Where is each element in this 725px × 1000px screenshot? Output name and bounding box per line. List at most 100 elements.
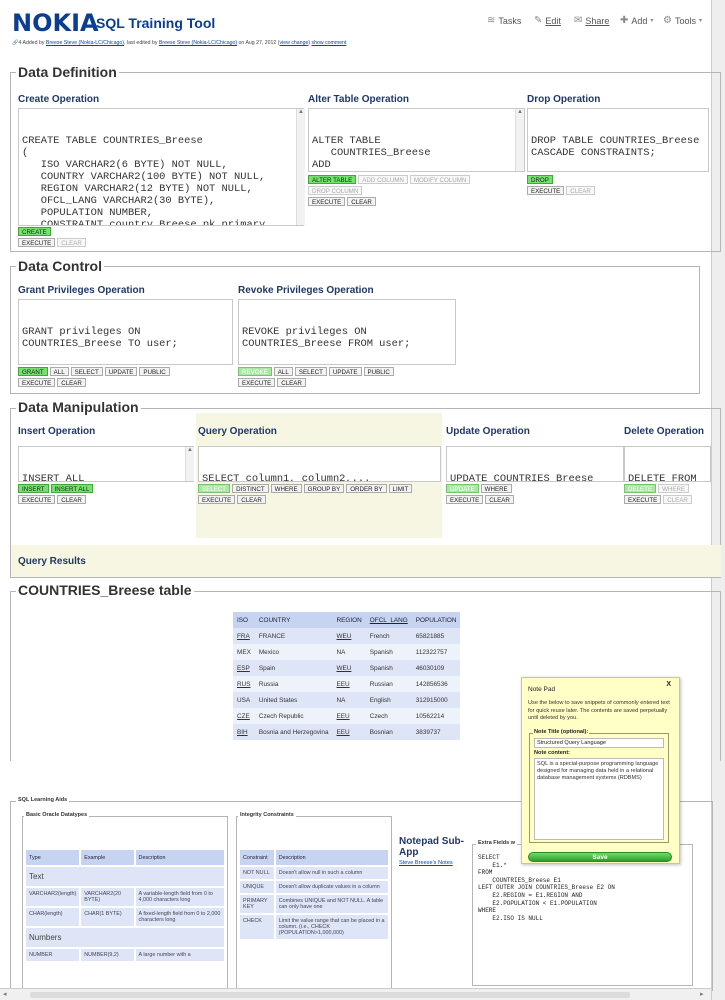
update-textarea[interactable]: UPDATE COUNTRIES_BreeseSET column1=value… xyxy=(446,446,624,482)
grant-textarea[interactable]: GRANT privileges ON COUNTRIES_Breese TO u… xyxy=(18,299,233,365)
modify-column-button[interactable]: MODIFY COLUMN xyxy=(409,175,471,184)
alter-clear-button[interactable]: CLEAR xyxy=(347,197,376,206)
revoke-execute-button[interactable]: EXECUTE xyxy=(238,378,276,387)
revoke-all-button[interactable]: ALL xyxy=(273,367,293,376)
create-button[interactable]: CREATE xyxy=(18,227,51,236)
notes-link[interactable]: Steve Breese's Notes xyxy=(399,860,453,866)
table-cell: 3839737 xyxy=(411,724,461,740)
grant-public-button[interactable]: PUBLIC xyxy=(139,367,170,376)
author-link[interactable]: Breese Steve (Nokia-LC/Chicago) xyxy=(46,40,124,46)
insert-clear-button[interactable]: CLEAR xyxy=(57,495,86,504)
drop-column-button[interactable]: DROP COLUMN xyxy=(308,186,363,195)
delete-button[interactable]: DELETE xyxy=(624,484,657,493)
data-manipulation-legend: Data Manipulation xyxy=(16,399,141,415)
code-line: OFCL_LANG VARCHAR2(30 BYTE), xyxy=(22,195,216,207)
editor-link[interactable]: Breese Steve (Nokia-LC/Chicago) xyxy=(159,40,237,46)
query-select-button[interactable]: SELECT xyxy=(198,484,231,493)
alter-table-button[interactable]: ALTER TABLE xyxy=(308,175,357,184)
save-button[interactable]: Save xyxy=(528,852,672,862)
meta-count: 4 xyxy=(18,40,22,46)
update-clear-button[interactable]: CLEAR xyxy=(485,495,514,504)
grant-execute-button[interactable]: EXECUTE xyxy=(18,378,56,387)
insert-button[interactable]: INSERT xyxy=(18,484,49,493)
alter-execute-button[interactable]: EXECUTE xyxy=(308,197,346,206)
create-execute-button[interactable]: EXECUTE xyxy=(18,238,56,247)
create-textarea[interactable]: CREATE TABLE COUNTRIES_Breese( ISO VARCH… xyxy=(18,108,304,226)
grant-update-button[interactable]: UPDATE xyxy=(104,367,138,376)
code-line: POPULATION NUMBER, xyxy=(22,207,153,219)
query-group-by-button[interactable]: GROUP BY xyxy=(303,484,345,493)
note-title-input[interactable]: Structured Query Language xyxy=(534,738,664,748)
column-header: Type xyxy=(26,850,80,865)
drop-execute-button[interactable]: EXECUTE xyxy=(527,186,565,195)
tools-label: Tools xyxy=(674,15,696,26)
delete-where-button[interactable]: WHERE xyxy=(658,484,690,493)
table-cell: Doesn't allow duplicate values in a colu… xyxy=(275,881,388,893)
revoke-revoke-button[interactable]: REVOKE xyxy=(238,367,272,376)
grant-all-button[interactable]: ALL xyxy=(49,367,69,376)
create-scrollbar[interactable]: ▲ xyxy=(296,109,305,225)
notepad-description: Use the below to save snippets of common… xyxy=(528,700,670,721)
code-line: E2.REGION = E1.REGION AND xyxy=(478,891,583,899)
column-header: COUNTRY xyxy=(254,612,333,628)
query-execute-button[interactable]: EXECUTE xyxy=(198,495,236,504)
view-change-link[interactable]: view change xyxy=(280,40,309,46)
insert-textarea[interactable]: INSERT ALL INTOCOUNTRIES_Breese VALUES('… xyxy=(18,446,194,482)
tools-menu[interactable]: ⚙ Tools ▾ xyxy=(663,15,702,26)
query-order-by-button[interactable]: ORDER BY xyxy=(346,484,387,493)
query-textarea[interactable]: SELECT column1, column2,...FROM COUNTRIE… xyxy=(198,446,441,482)
delete-execute-button[interactable]: EXECUTE xyxy=(624,495,662,504)
revoke-textarea[interactable]: REVOKE privileges ON COUNTRIES_Breese FRO… xyxy=(238,299,456,365)
revoke-select-button[interactable]: SELECT xyxy=(294,367,327,376)
horizontal-scrollbar[interactable]: ◂ ▸ xyxy=(0,988,711,1000)
query-limit-button[interactable]: LIMIT xyxy=(388,484,413,493)
code-line: DELETE FROM xyxy=(628,473,697,482)
query-distinct-button[interactable]: DISTINCT xyxy=(232,484,269,493)
add-menu[interactable]: ✚ Add ▾ xyxy=(620,15,653,26)
share-button[interactable]: ✉ Share xyxy=(574,15,609,26)
grant-select-button[interactable]: SELECT xyxy=(70,367,103,376)
column-header: OFCL_LANG xyxy=(365,612,412,628)
query-clear-button[interactable]: CLEAR xyxy=(237,495,266,504)
revoke-public-button[interactable]: PUBLIC xyxy=(363,367,394,376)
insert-execute-button[interactable]: EXECUTE xyxy=(18,495,56,504)
insert-scrollbar[interactable]: ▲ xyxy=(185,447,194,481)
scroll-left-icon[interactable]: ◂ xyxy=(3,990,7,998)
table-cell: CZE xyxy=(233,708,255,724)
edit-button[interactable]: ✎ Edit xyxy=(534,15,561,26)
table-cell: 46030109 xyxy=(411,660,461,676)
revoke-operation-label: Revoke Privileges Operation xyxy=(238,285,374,296)
update-where-button[interactable]: WHERE xyxy=(480,484,512,493)
alter-scrollbar[interactable]: ▲ xyxy=(515,109,524,171)
create-clear-button[interactable]: CLEAR xyxy=(57,238,86,247)
table-cell: FRA xyxy=(233,628,255,644)
show-comment-link[interactable]: show comment xyxy=(312,40,347,46)
delete-textarea[interactable]: DELETE FROMCOUNTRIES_Breese xyxy=(624,446,711,482)
query-where-button[interactable]: WHERE xyxy=(270,484,302,493)
add-column-button[interactable]: ADD COLUMN xyxy=(358,175,408,184)
update-button[interactable]: UPDATE xyxy=(446,484,479,493)
table-cell: A variable-length field from 0 to 4,000 … xyxy=(135,888,224,906)
revoke-clear-button[interactable]: CLEAR xyxy=(277,378,306,387)
drop-textarea[interactable]: DROP TABLE COUNTRIES_Breese CASCADE CONST… xyxy=(527,108,709,172)
update-execute-button[interactable]: EXECUTE xyxy=(446,495,484,504)
code-line: FROM xyxy=(478,869,493,877)
scroll-right-icon[interactable]: ▸ xyxy=(700,990,704,998)
note-content-textarea[interactable]: SQL is a special-purpose programming lan… xyxy=(534,758,664,840)
added-prefix: Added by xyxy=(22,40,45,46)
code-line: COUNTRIES_Breese FROM user; xyxy=(242,338,411,350)
insert-all-button[interactable]: INSERT ALL xyxy=(50,484,94,493)
column-header: ISO xyxy=(233,612,255,628)
grant-clear-button[interactable]: CLEAR xyxy=(57,378,86,387)
code-line: LEFT OUTER JOIN COUNTRIES_Breese E2 ON xyxy=(478,884,615,892)
delete-clear-button[interactable]: CLEAR xyxy=(663,495,692,504)
close-icon[interactable]: X xyxy=(666,681,671,688)
scroll-thumb[interactable] xyxy=(30,992,630,998)
drop-clear-button[interactable]: CLEAR xyxy=(566,186,595,195)
grant-grant-button[interactable]: GRANT xyxy=(18,367,48,376)
alter-textarea[interactable]: ALTER TABLE COUNTRIES_BreeseADD column_n… xyxy=(308,108,525,172)
revoke-update-button[interactable]: UPDATE xyxy=(328,367,362,376)
drop-button[interactable]: DROP xyxy=(527,175,553,184)
table-cell: A fixed-length field from 0 to 2,000 cha… xyxy=(135,908,224,926)
tasks-button[interactable]: ≋ Tasks xyxy=(487,15,521,26)
